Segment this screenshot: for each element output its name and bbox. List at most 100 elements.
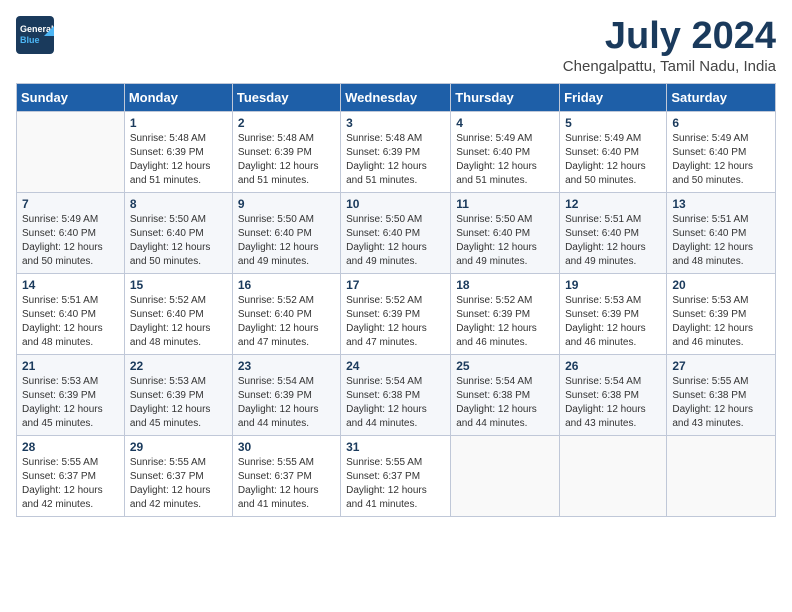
day-number: 26: [565, 359, 661, 373]
day-info: Sunrise: 5:51 AM Sunset: 6:40 PM Dayligh…: [672, 213, 770, 269]
calendar-cell: 14 Sunrise: 5:51 AM Sunset: 6:40 PM Dayli…: [17, 273, 125, 354]
calendar-cell: 2 Sunrise: 5:48 AM Sunset: 6:39 PM Daylig…: [232, 111, 340, 192]
calendar-cell: 23 Sunrise: 5:54 AM Sunset: 6:39 PM Dayli…: [232, 354, 340, 435]
header-sunday: Sunday: [17, 83, 125, 111]
calendar-cell: 25 Sunrise: 5:54 AM Sunset: 6:38 PM Dayli…: [451, 354, 560, 435]
day-number: 28: [22, 440, 119, 454]
day-info: Sunrise: 5:52 AM Sunset: 6:40 PM Dayligh…: [238, 294, 335, 350]
day-number: 22: [130, 359, 227, 373]
day-info: Sunrise: 5:49 AM Sunset: 6:40 PM Dayligh…: [22, 213, 119, 269]
location: Chengalpattu, Tamil Nadu, India: [563, 58, 776, 75]
day-info: Sunrise: 5:53 AM Sunset: 6:39 PM Dayligh…: [130, 375, 227, 431]
day-info: Sunrise: 5:55 AM Sunset: 6:37 PM Dayligh…: [22, 456, 119, 512]
day-number: 12: [565, 197, 661, 211]
calendar-cell: 10 Sunrise: 5:50 AM Sunset: 6:40 PM Dayli…: [341, 192, 451, 273]
calendar-cell: 1 Sunrise: 5:48 AM Sunset: 6:39 PM Daylig…: [124, 111, 232, 192]
day-info: Sunrise: 5:55 AM Sunset: 6:37 PM Dayligh…: [346, 456, 445, 512]
calendar-cell: 21 Sunrise: 5:53 AM Sunset: 6:39 PM Dayli…: [17, 354, 125, 435]
day-number: 18: [456, 278, 554, 292]
week-row-2: 7 Sunrise: 5:49 AM Sunset: 6:40 PM Daylig…: [17, 192, 776, 273]
day-info: Sunrise: 5:48 AM Sunset: 6:39 PM Dayligh…: [130, 132, 227, 188]
calendar-table: SundayMondayTuesdayWednesdayThursdayFrid…: [16, 83, 776, 517]
calendar-cell: 11Sunrise: 5:50 AM Sunset: 6:40 PM Dayli…: [451, 192, 560, 273]
day-number: 5: [565, 116, 661, 130]
calendar-cell: 22 Sunrise: 5:53 AM Sunset: 6:39 PM Dayli…: [124, 354, 232, 435]
calendar-cell: 16 Sunrise: 5:52 AM Sunset: 6:40 PM Dayli…: [232, 273, 340, 354]
day-info: Sunrise: 5:53 AM Sunset: 6:39 PM Dayligh…: [565, 294, 661, 350]
calendar-cell: 19 Sunrise: 5:53 AM Sunset: 6:39 PM Dayli…: [560, 273, 667, 354]
day-info: Sunrise: 5:54 AM Sunset: 6:38 PM Dayligh…: [456, 375, 554, 431]
day-info: Sunrise: 5:52 AM Sunset: 6:40 PM Dayligh…: [130, 294, 227, 350]
calendar-cell: 17 Sunrise: 5:52 AM Sunset: 6:39 PM Dayli…: [341, 273, 451, 354]
calendar-cell: [560, 435, 667, 516]
day-info: Sunrise: 5:54 AM Sunset: 6:38 PM Dayligh…: [346, 375, 445, 431]
day-number: 4: [456, 116, 554, 130]
logo-icon: General Blue: [16, 16, 54, 54]
day-info: Sunrise: 5:51 AM Sunset: 6:40 PM Dayligh…: [565, 213, 661, 269]
day-info: Sunrise: 5:54 AM Sunset: 6:38 PM Dayligh…: [565, 375, 661, 431]
week-row-3: 14 Sunrise: 5:51 AM Sunset: 6:40 PM Dayli…: [17, 273, 776, 354]
calendar-header-row: SundayMondayTuesdayWednesdayThursdayFrid…: [17, 83, 776, 111]
day-number: 21: [22, 359, 119, 373]
day-info: Sunrise: 5:53 AM Sunset: 6:39 PM Dayligh…: [22, 375, 119, 431]
day-info: Sunrise: 5:51 AM Sunset: 6:40 PM Dayligh…: [22, 294, 119, 350]
calendar-cell: 18 Sunrise: 5:52 AM Sunset: 6:39 PM Dayli…: [451, 273, 560, 354]
day-info: Sunrise: 5:49 AM Sunset: 6:40 PM Dayligh…: [565, 132, 661, 188]
day-info: Sunrise: 5:54 AM Sunset: 6:39 PM Dayligh…: [238, 375, 335, 431]
day-number: 31: [346, 440, 445, 454]
day-number: 30: [238, 440, 335, 454]
day-number: 27: [672, 359, 770, 373]
calendar-cell: 9 Sunrise: 5:50 AM Sunset: 6:40 PM Daylig…: [232, 192, 340, 273]
calendar-cell: 20 Sunrise: 5:53 AM Sunset: 6:39 PM Dayli…: [667, 273, 776, 354]
calendar-cell: 13 Sunrise: 5:51 AM Sunset: 6:40 PM Dayli…: [667, 192, 776, 273]
calendar-cell: [667, 435, 776, 516]
day-info: Sunrise: 5:55 AM Sunset: 6:37 PM Dayligh…: [130, 456, 227, 512]
day-number: 9: [238, 197, 335, 211]
day-info: Sunrise: 5:52 AM Sunset: 6:39 PM Dayligh…: [456, 294, 554, 350]
day-number: 25: [456, 359, 554, 373]
day-number: 1: [130, 116, 227, 130]
day-number: 23: [238, 359, 335, 373]
calendar-cell: 4Sunrise: 5:49 AM Sunset: 6:40 PM Daylig…: [451, 111, 560, 192]
day-number: 13: [672, 197, 770, 211]
calendar-cell: 12 Sunrise: 5:51 AM Sunset: 6:40 PM Dayli…: [560, 192, 667, 273]
calendar-cell: 5 Sunrise: 5:49 AM Sunset: 6:40 PM Daylig…: [560, 111, 667, 192]
day-number: 2: [238, 116, 335, 130]
logo: General Blue: [16, 16, 54, 54]
calendar-cell: 7 Sunrise: 5:49 AM Sunset: 6:40 PM Daylig…: [17, 192, 125, 273]
day-number: 7: [22, 197, 119, 211]
page-header: General Blue July 2024 Chengalpattu, Tam…: [16, 16, 776, 75]
day-info: Sunrise: 5:50 AM Sunset: 6:40 PM Dayligh…: [238, 213, 335, 269]
header-thursday: Thursday: [451, 83, 560, 111]
day-info: Sunrise: 5:48 AM Sunset: 6:39 PM Dayligh…: [238, 132, 335, 188]
day-info: Sunrise: 5:55 AM Sunset: 6:38 PM Dayligh…: [672, 375, 770, 431]
day-number: 17: [346, 278, 445, 292]
day-number: 6: [672, 116, 770, 130]
day-info: Sunrise: 5:53 AM Sunset: 6:39 PM Dayligh…: [672, 294, 770, 350]
month-title: July 2024: [563, 16, 776, 58]
day-number: 3: [346, 116, 445, 130]
day-number: 8: [130, 197, 227, 211]
header-tuesday: Tuesday: [232, 83, 340, 111]
calendar-cell: 27 Sunrise: 5:55 AM Sunset: 6:38 PM Dayli…: [667, 354, 776, 435]
calendar-cell: 30Sunrise: 5:55 AM Sunset: 6:37 PM Dayli…: [232, 435, 340, 516]
day-number: 10: [346, 197, 445, 211]
calendar-cell: 28 Sunrise: 5:55 AM Sunset: 6:37 PM Dayli…: [17, 435, 125, 516]
svg-text:Blue: Blue: [20, 35, 40, 45]
day-number: 24: [346, 359, 445, 373]
calendar-cell: 8 Sunrise: 5:50 AM Sunset: 6:40 PM Daylig…: [124, 192, 232, 273]
day-number: 29: [130, 440, 227, 454]
week-row-5: 28 Sunrise: 5:55 AM Sunset: 6:37 PM Dayli…: [17, 435, 776, 516]
day-info: Sunrise: 5:50 AM Sunset: 6:40 PM Dayligh…: [130, 213, 227, 269]
calendar-cell: 6Sunrise: 5:49 AM Sunset: 6:40 PM Daylig…: [667, 111, 776, 192]
header-saturday: Saturday: [667, 83, 776, 111]
day-info: Sunrise: 5:50 AM Sunset: 6:40 PM Dayligh…: [346, 213, 445, 269]
title-block: July 2024 Chengalpattu, Tamil Nadu, Indi…: [563, 16, 776, 75]
calendar-cell: 24 Sunrise: 5:54 AM Sunset: 6:38 PM Dayli…: [341, 354, 451, 435]
day-number: 19: [565, 278, 661, 292]
day-number: 20: [672, 278, 770, 292]
day-number: 16: [238, 278, 335, 292]
calendar-cell: 26 Sunrise: 5:54 AM Sunset: 6:38 PM Dayli…: [560, 354, 667, 435]
day-number: 14: [22, 278, 119, 292]
day-info: Sunrise: 5:52 AM Sunset: 6:39 PM Dayligh…: [346, 294, 445, 350]
